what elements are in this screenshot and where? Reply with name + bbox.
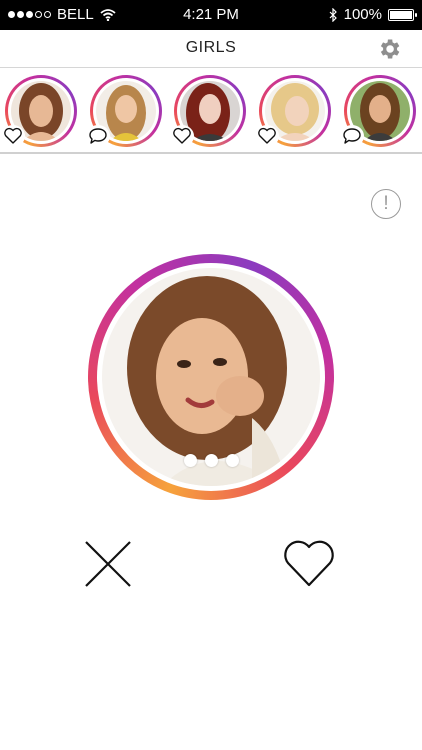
match-thumbnail-5[interactable] (340, 75, 416, 147)
dot-icon (225, 454, 239, 467)
status-bar: BELL 4:21 PM 100% (0, 0, 422, 30)
more-options-button[interactable] (88, 454, 334, 467)
report-button[interactable]: ! (371, 189, 401, 219)
matches-strip (0, 68, 422, 154)
nav-bar: GIRLS (0, 30, 422, 68)
dot-icon (183, 454, 197, 467)
main-profile-photo[interactable] (88, 254, 334, 500)
match-thumbnail-1[interactable] (1, 75, 77, 147)
battery-icon (388, 8, 417, 21)
heart-icon (284, 540, 334, 587)
exclamation-icon: ! (383, 193, 389, 214)
match-thumbnail-2[interactable] (86, 75, 162, 147)
status-right: 100% (329, 6, 417, 23)
profile-card: ! (0, 154, 422, 750)
page-title: GIRLS (185, 39, 237, 56)
heart-icon (170, 125, 194, 147)
match-thumbnail-4[interactable] (255, 75, 331, 147)
dot-icon (204, 454, 218, 467)
chat-bubble-icon (86, 125, 110, 147)
gear-icon[interactable] (376, 36, 402, 62)
like-button[interactable] (281, 538, 337, 594)
dislike-button[interactable] (80, 536, 136, 592)
match-thumbnail-3[interactable] (170, 75, 246, 147)
bluetooth-icon (329, 7, 337, 22)
battery-percent: 100% (343, 6, 382, 23)
chat-bubble-icon (340, 125, 364, 147)
close-x-icon (85, 541, 131, 587)
heart-icon (1, 125, 25, 147)
heart-icon (255, 125, 279, 147)
